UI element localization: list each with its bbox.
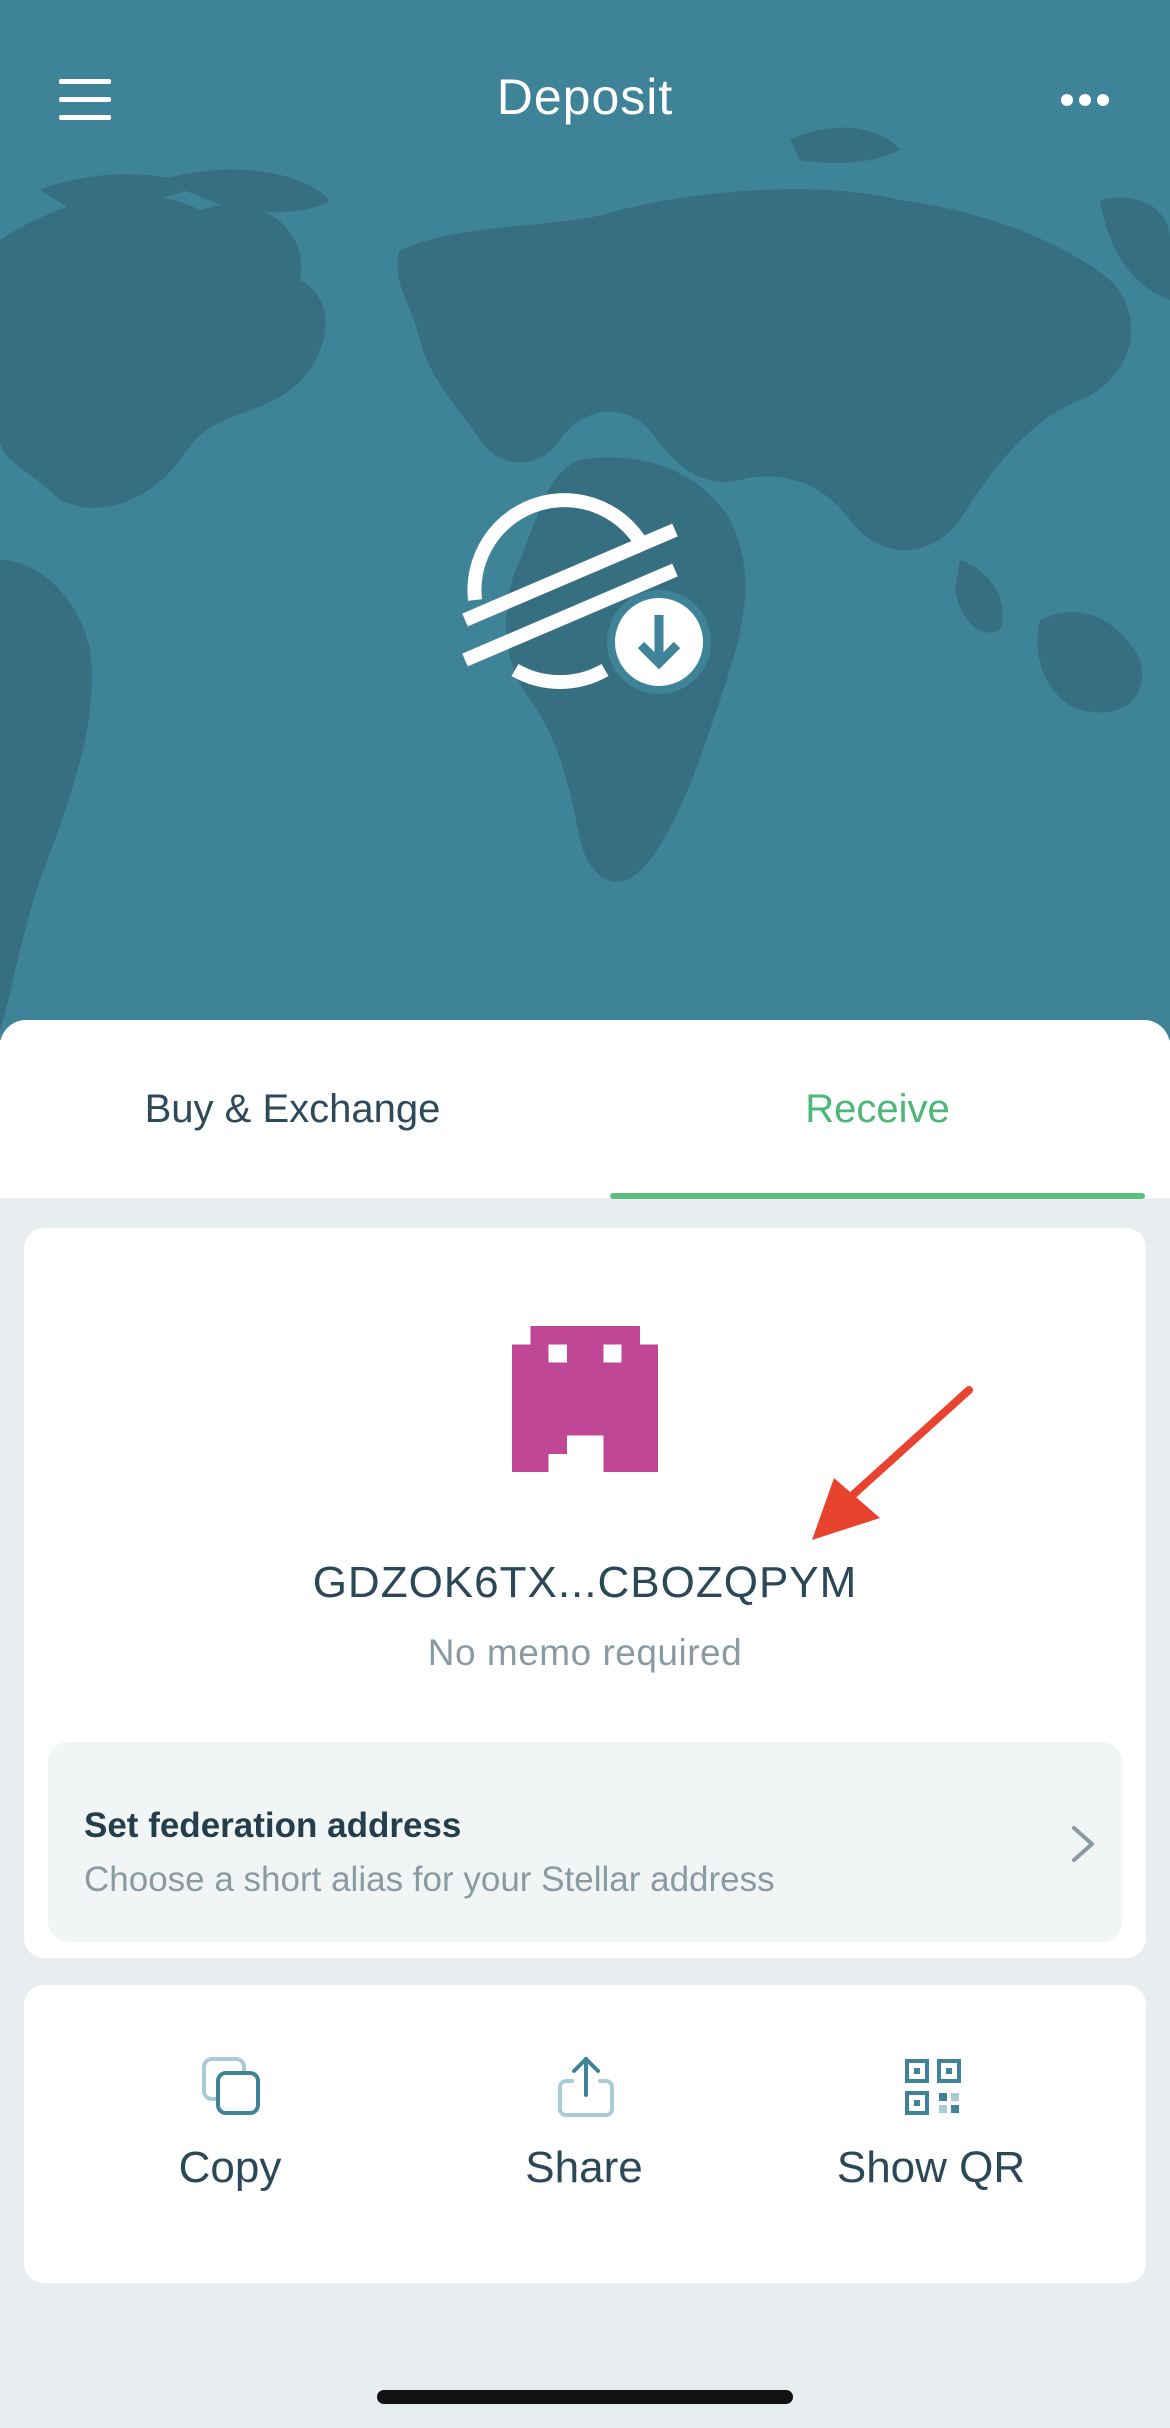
copy-button[interactable]: Copy — [60, 1985, 400, 2283]
copy-icon — [202, 2057, 260, 2115]
tab-bar: Buy & Exchange Receive — [0, 1020, 1170, 1198]
share-label: Share — [525, 2143, 643, 2192]
more-horizontal-icon — [1061, 94, 1109, 106]
annotation-arrow-icon — [812, 1386, 973, 1540]
identicon-avatar — [512, 1326, 658, 1472]
home-indicator — [377, 2390, 793, 2404]
stellar-deposit-icon — [462, 493, 711, 694]
account-address[interactable]: GDZOK6TX...CBOZQPYM — [24, 1558, 1146, 1608]
qr-code-icon — [905, 2059, 961, 2115]
show-qr-button[interactable]: Show QR — [761, 1985, 1101, 2283]
show-qr-label: Show QR — [836, 2143, 1026, 2192]
federation-subtitle: Choose a short alias for your Stellar ad… — [84, 1860, 775, 1899]
hero-banner: Deposit — [0, 0, 1170, 1040]
copy-label: Copy — [178, 2143, 282, 2192]
set-federation-address-row[interactable]: Set federation address Choose a short al… — [48, 1742, 1122, 1942]
tab-receive[interactable]: Receive — [610, 1020, 1145, 1198]
share-icon — [558, 2057, 614, 2117]
share-button[interactable]: Share — [414, 1985, 754, 2283]
receive-account-card: GDZOK6TX...CBOZQPYM No memo required Set… — [24, 1228, 1146, 1958]
actions-card: Copy Share Show QR — [24, 1985, 1146, 2283]
page-title: Deposit — [496, 69, 674, 125]
chevron-right-icon — [1072, 1826, 1094, 1862]
active-tab-indicator — [610, 1193, 1145, 1199]
more-options-button[interactable] — [1040, 60, 1130, 140]
federation-title: Set federation address — [84, 1806, 462, 1845]
memo-note: No memo required — [427, 1632, 743, 1673]
tab-buy-exchange[interactable]: Buy & Exchange — [0, 1020, 585, 1198]
